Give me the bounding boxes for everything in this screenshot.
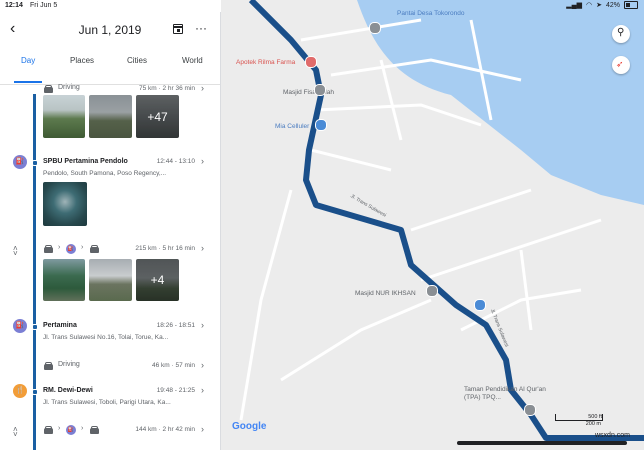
map-label-school[interactable]: Taman Pendidikan Al Qur'an (TPA) TPQ...: [464, 386, 559, 402]
status-time: 12:14: [5, 2, 23, 9]
location-pin-button[interactable]: ⚲: [612, 25, 630, 43]
shop-pin-icon[interactable]: [315, 119, 327, 131]
trip-photo[interactable]: [43, 259, 85, 301]
tab-indicator: [14, 81, 42, 83]
stop-3-title[interactable]: RM. Dewi-Dewi: [43, 387, 93, 394]
more-photos-count: +47: [136, 95, 179, 138]
drive-1-meta: 75 km · 2 hr 36 min: [139, 85, 195, 92]
pharmacy-pin-icon[interactable]: [305, 56, 317, 68]
watermark: wsxdn.com: [595, 432, 631, 439]
school-pin-icon[interactable]: [524, 404, 536, 416]
status-bar: 12:14 Fri Jun 5 ▂▄▆ ◠ ➤ 42%: [0, 0, 644, 12]
car-icon: [90, 426, 99, 434]
chevron-right-icon[interactable]: ›: [201, 83, 204, 93]
more-options-icon[interactable]: ···: [195, 21, 207, 35]
stop-3-address: Jl. Trans Sulawesi, Toboli, Parigi Utara…: [43, 399, 171, 406]
stop-2-address: Jl. Trans Sulawesi No.16, Tolai, Torue, …: [43, 334, 169, 341]
map-pin-icon: ⚲: [617, 27, 625, 38]
status-right: ▂▄▆ ◠ ➤ 42%: [566, 1, 638, 9]
map-label-pharmacy[interactable]: Apotek Rilma Farma: [236, 59, 295, 66]
gas-station-icon: ⛽: [13, 319, 27, 333]
expand-icon[interactable]: ˄ ˅: [13, 426, 18, 439]
view-tabs: Day Places Cities World: [0, 50, 220, 85]
gas-station-icon: ⛽: [66, 425, 76, 435]
trip-photo-more[interactable]: +4: [136, 259, 179, 301]
drive-2-meta: 46 km · 57 min: [152, 362, 195, 369]
map-label-shop[interactable]: Mia Celluler: [275, 123, 309, 130]
chevron-right-icon[interactable]: ›: [201, 243, 204, 253]
mosque-pin-icon[interactable]: [314, 84, 326, 96]
drive-1-title[interactable]: Driving: [58, 84, 80, 91]
map-scale: 500 ft 200 m: [555, 414, 603, 427]
map-canvas: [239, 0, 644, 441]
expand-icon[interactable]: ˄ ˅: [13, 245, 18, 258]
selected-date[interactable]: Jun 1, 2019: [0, 23, 220, 37]
location-arrow-icon: ➤: [596, 2, 602, 9]
stop-1-title[interactable]: SPBU Pertamina Pendolo: [43, 158, 128, 165]
compass-icon: ➶: [616, 59, 624, 69]
stop-2-time: 18:26 - 18:51: [156, 322, 195, 329]
timeline-panel: ‹ Jun 1, 2019 ··· Day Places Cities Worl…: [0, 12, 221, 450]
timeline-dot: [32, 324, 38, 330]
tab-world[interactable]: World: [182, 56, 203, 65]
map-label-mosque-1[interactable]: Masjid Fisabilillah: [283, 89, 334, 96]
car-icon: [44, 426, 53, 434]
google-logo: Google: [232, 421, 267, 432]
scale-bar-m: 200 m: [585, 421, 601, 427]
tab-places[interactable]: Places: [70, 56, 94, 65]
compass-button[interactable]: ➶: [612, 56, 630, 74]
beach-pin-icon[interactable]: [369, 22, 381, 34]
car-icon: [44, 85, 53, 93]
stop-photo[interactable]: [43, 182, 87, 226]
more-photos-count: +4: [136, 259, 179, 301]
chevron-right-icon[interactable]: ›: [201, 360, 204, 370]
panel-header: ‹ Jun 1, 2019 ···: [0, 12, 220, 50]
car-icon: [90, 245, 99, 253]
trip-photo[interactable]: [89, 259, 132, 301]
trip-1-meta: 215 km · 5 hr 16 min: [135, 245, 195, 252]
stop-2-title[interactable]: Pertamina: [43, 322, 77, 329]
stop-1-address: Pendolo, South Pamona, Poso Regency,...: [43, 170, 167, 177]
stop-1-time: 12:44 - 13:10: [156, 158, 195, 165]
trip-2-meta: 144 km · 2 hr 42 min: [135, 426, 195, 433]
chevron-right-icon[interactable]: ›: [201, 424, 204, 434]
timeline-rail: [33, 94, 36, 450]
stop-3-time: 19:48 - 21:25: [156, 387, 195, 394]
map-view[interactable]: Pantai Desa Tokorondo Apotek Rilma Farma…: [221, 0, 644, 450]
status-date: Fri Jun 5: [30, 2, 58, 9]
drive-2-title[interactable]: Driving: [58, 361, 80, 368]
timeline-dot: [32, 389, 38, 395]
wifi-icon: ◠: [586, 2, 593, 9]
gas-station-pin-icon[interactable]: [474, 299, 486, 311]
signal-icon: ▂▄▆: [566, 2, 582, 9]
chevron-right-icon[interactable]: ›: [201, 320, 204, 330]
arrow-right-icon: ›: [58, 244, 61, 251]
sea-area: [357, 0, 644, 205]
tab-cities[interactable]: Cities: [127, 56, 147, 65]
car-icon: [44, 245, 53, 253]
trip-photo[interactable]: [89, 95, 132, 138]
trip-photo-more[interactable]: +47: [136, 95, 179, 138]
arrow-right-icon: ›: [58, 425, 61, 432]
gas-station-icon: ⛽: [13, 155, 27, 169]
chevron-right-icon[interactable]: ›: [201, 385, 204, 395]
home-indicator[interactable]: [457, 441, 627, 445]
restaurant-icon: 🍴: [13, 384, 27, 398]
scale-bar-ft: 500 ft: [555, 414, 603, 421]
calendar-icon[interactable]: [173, 24, 183, 34]
chevron-right-icon[interactable]: ›: [201, 156, 204, 166]
map-label-mosque-2[interactable]: Masjid NUR IKHSAN: [355, 290, 416, 297]
battery-icon: [624, 1, 638, 9]
gas-station-icon: ⛽: [66, 244, 76, 254]
car-icon: [44, 362, 53, 370]
mosque-pin-icon[interactable]: [426, 285, 438, 297]
trip-photo[interactable]: [43, 95, 85, 138]
timeline-dot: [32, 160, 38, 166]
battery-percent: 42%: [605, 1, 620, 9]
tab-day[interactable]: Day: [21, 56, 35, 65]
arrow-right-icon: ›: [81, 244, 84, 251]
arrow-right-icon: ›: [81, 425, 84, 432]
